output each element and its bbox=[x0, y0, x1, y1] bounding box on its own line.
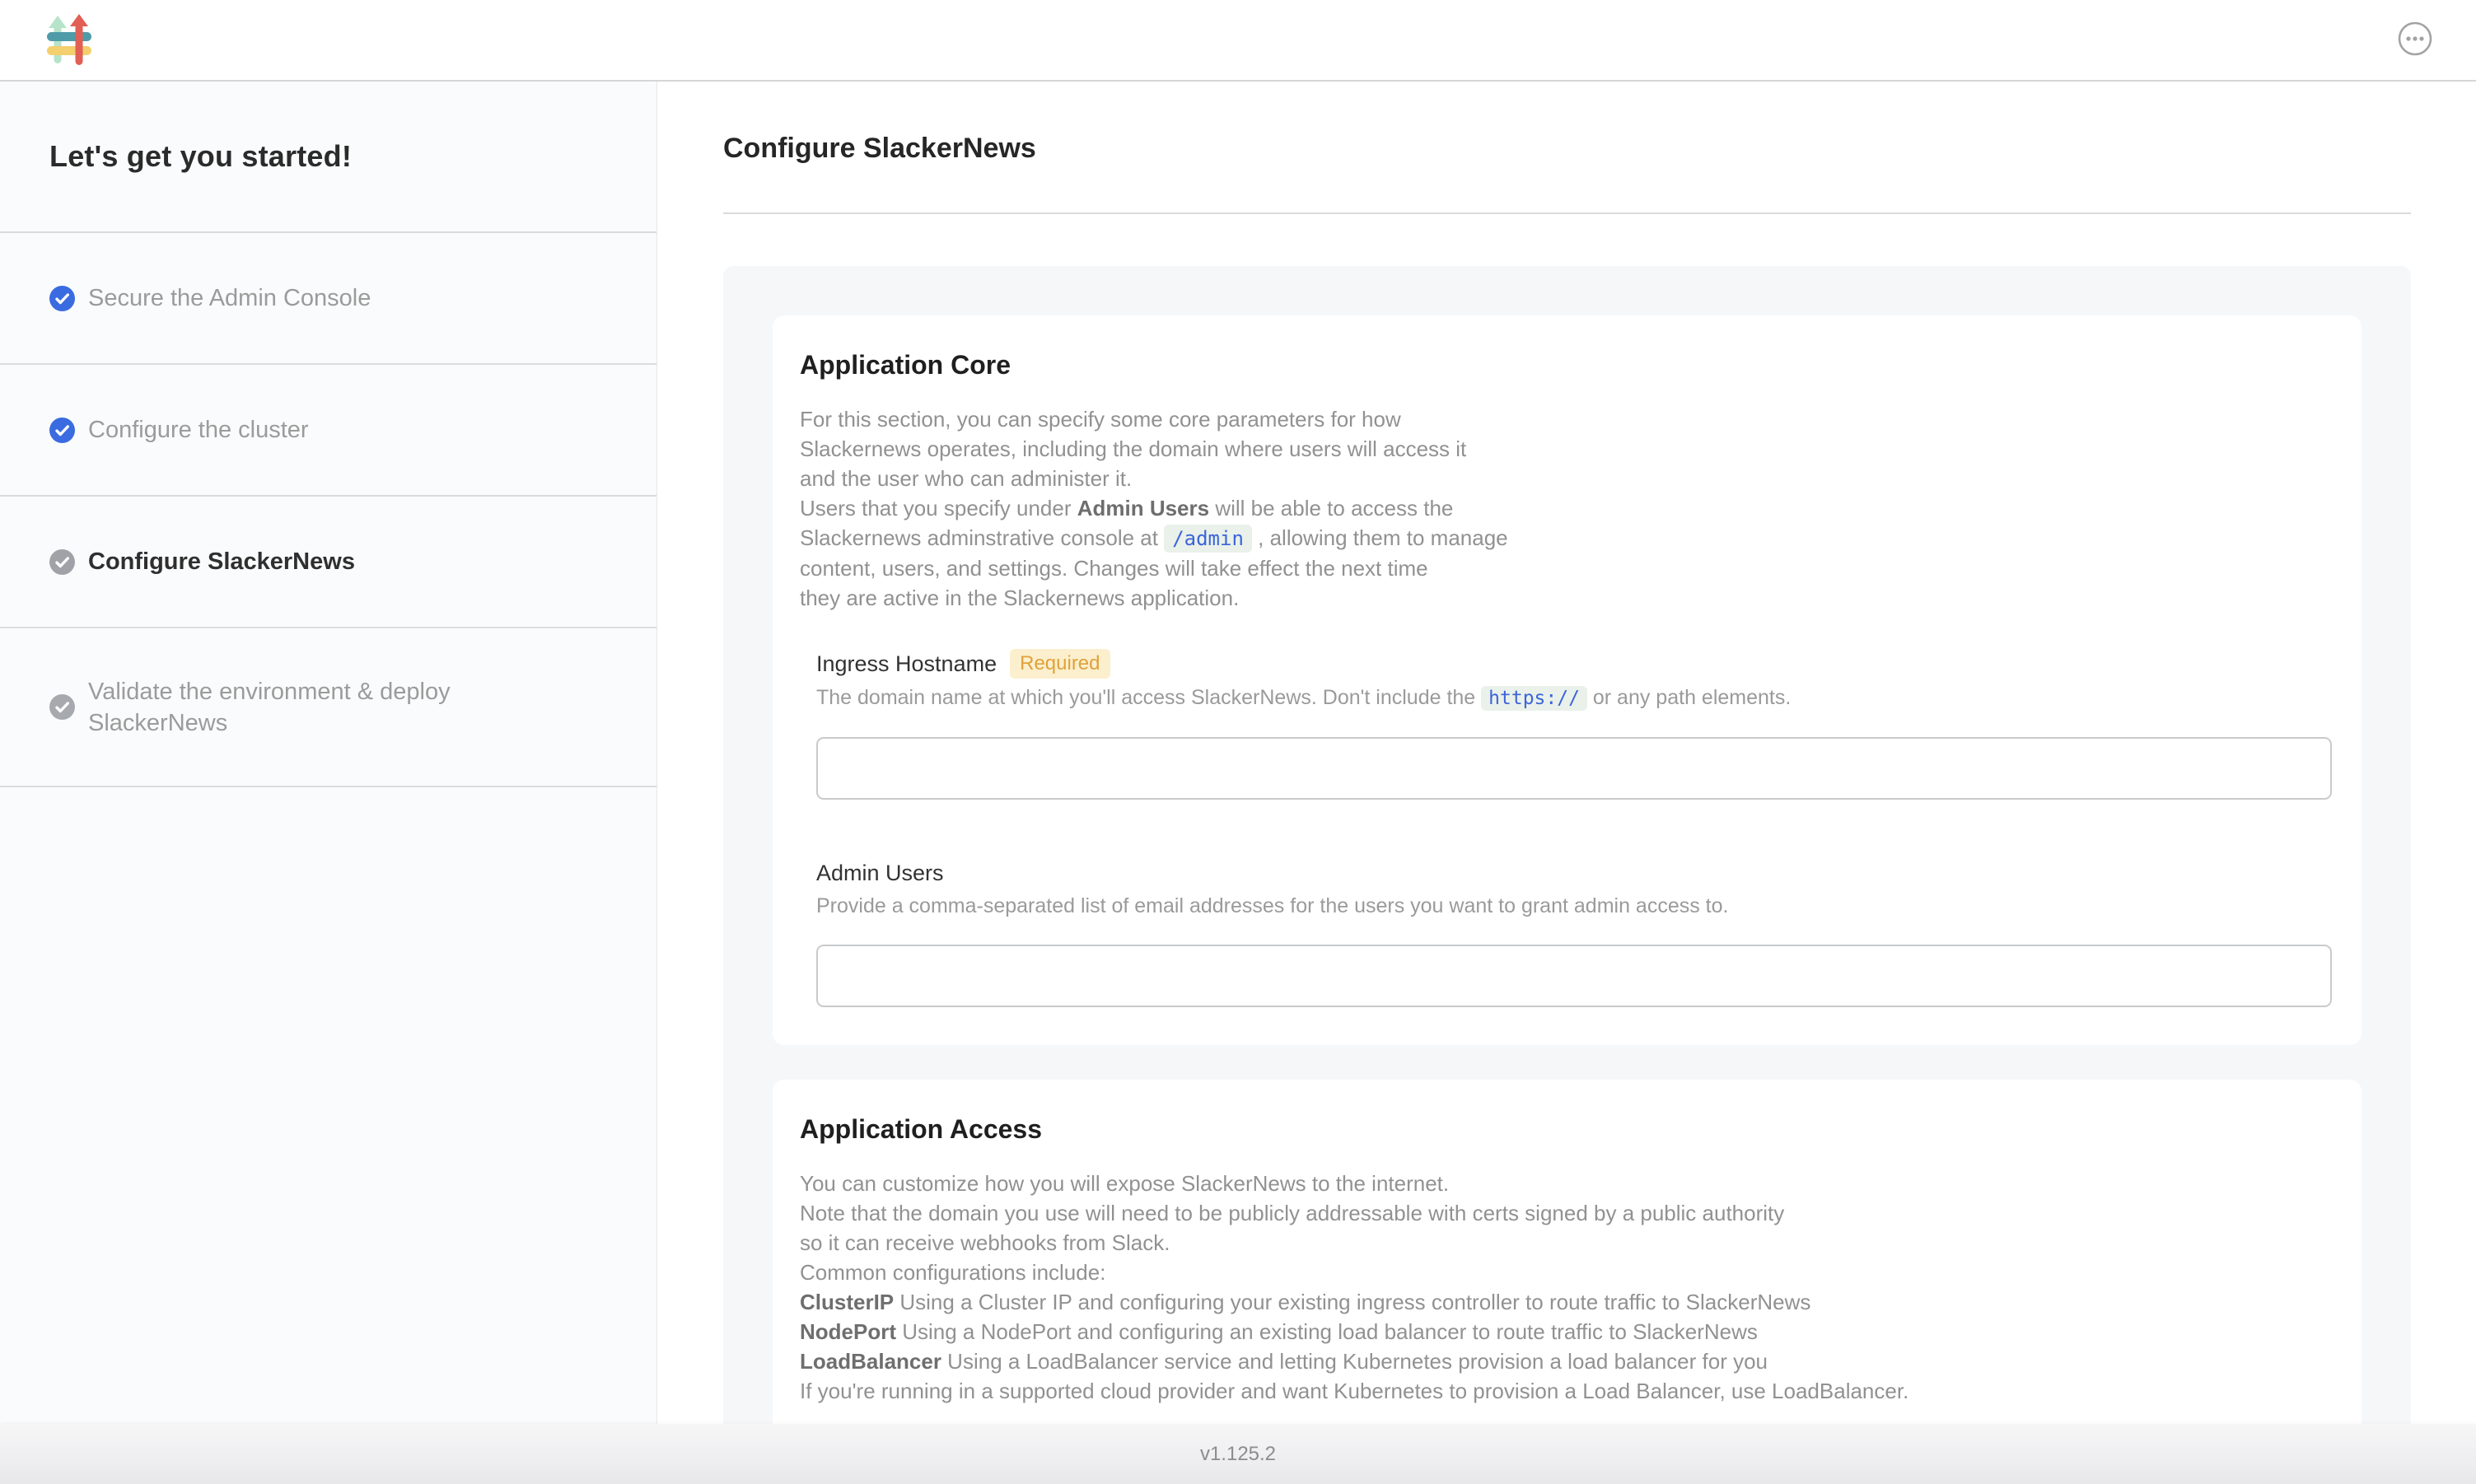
admin-users-help: Provide a comma-separated list of email … bbox=[816, 892, 2332, 920]
sidebar-item-secure-admin-console[interactable]: Secure the Admin Console bbox=[0, 233, 656, 365]
sidebar-item-label: Validate the environment & deploy Slacke… bbox=[88, 676, 566, 739]
check-circle-icon bbox=[49, 694, 75, 720]
admin-users-label: Admin Users bbox=[816, 859, 944, 887]
section-heading: Application Access bbox=[800, 1113, 2332, 1146]
required-badge: Required bbox=[1010, 649, 1110, 679]
sidebar-item-validate-deploy[interactable]: Validate the environment & deploy Slacke… bbox=[0, 628, 656, 787]
version-footer: v1.125.2 bbox=[0, 1424, 2476, 1484]
sidebar-header: Let's get you started! bbox=[0, 82, 656, 233]
section-description: You can customize how you will expose Sl… bbox=[800, 1169, 2332, 1406]
check-circle-icon bbox=[49, 286, 75, 311]
ingress-hostname-help: The domain name at which you'll access S… bbox=[816, 684, 2332, 712]
top-bar bbox=[0, 0, 2476, 82]
section-heading: Application Core bbox=[800, 348, 2332, 381]
application-access-card: Application Access You can customize how… bbox=[773, 1080, 2362, 1444]
sidebar-item-configure-cluster[interactable]: Configure the cluster bbox=[0, 365, 656, 497]
sidebar-item-label: Secure the Admin Console bbox=[88, 282, 371, 314]
ingress-hostname-label: Ingress Hostname bbox=[816, 650, 997, 678]
ingress-hostname-input[interactable] bbox=[816, 737, 2332, 800]
title-divider bbox=[723, 212, 2411, 214]
sidebar-title: Let's get you started! bbox=[49, 139, 352, 174]
config-main-area: Configure SlackerNews Application Core F… bbox=[657, 82, 2476, 1484]
admin-users-input[interactable] bbox=[816, 945, 2332, 1007]
page-title: Configure SlackerNews bbox=[723, 130, 2411, 166]
sidebar-item-label: Configure the cluster bbox=[88, 414, 309, 446]
admin-users-field-group: Admin Users Provide a comma-separated li… bbox=[816, 859, 2332, 1007]
application-core-card: Application Core For this section, you c… bbox=[773, 315, 2362, 1045]
app-version-label: v1.125.2 bbox=[1200, 1443, 1276, 1466]
check-circle-icon bbox=[49, 549, 75, 575]
ellipsis-circle-icon bbox=[2398, 21, 2432, 58]
ingress-hostname-field-group: Ingress Hostname Required The domain nam… bbox=[816, 649, 2332, 800]
section-description: For this section, you can specify some c… bbox=[800, 404, 2332, 613]
more-options-button[interactable] bbox=[2397, 22, 2433, 58]
config-sections-panel: Application Core For this section, you c… bbox=[723, 266, 2411, 1484]
slackernews-logo-icon[interactable] bbox=[47, 14, 91, 67]
check-circle-icon bbox=[49, 418, 75, 443]
sidebar-item-configure-slackernews[interactable]: Configure SlackerNews bbox=[0, 497, 656, 628]
sidebar-item-label: Configure SlackerNews bbox=[88, 546, 355, 577]
setup-steps-sidebar: Let's get you started! Secure the Admin … bbox=[0, 82, 657, 1484]
